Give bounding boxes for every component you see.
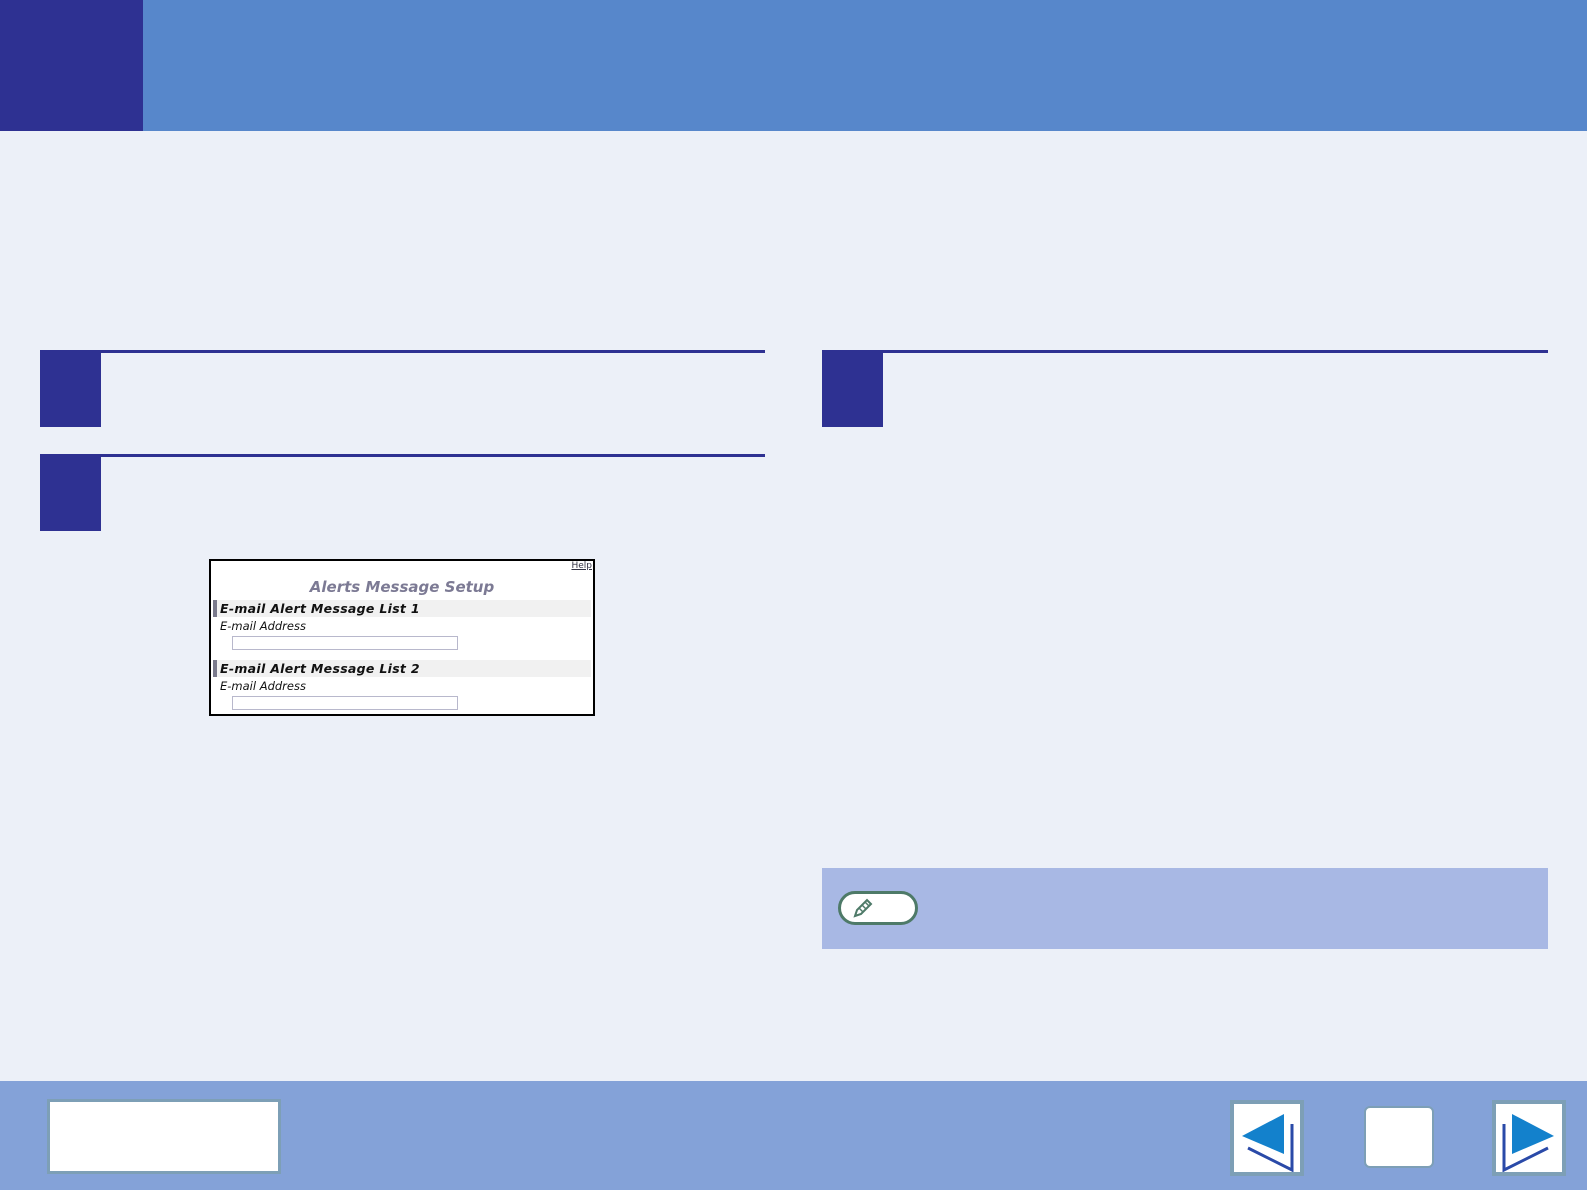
section-heading: E-mail Alert Message List 1 [213,600,591,617]
header-bar [0,0,1587,131]
step-divider [40,454,765,457]
email-label: E-mail Address [220,619,306,633]
step-number-block [822,351,883,427]
note-box [822,868,1548,949]
prev-page-button[interactable] [1230,1100,1304,1176]
email-input-1[interactable] [232,636,458,650]
email-input-2[interactable] [232,696,458,710]
step-divider [822,350,1548,353]
section-heading: E-mail Alert Message List 2 [213,660,591,677]
next-page-button[interactable] [1492,1100,1566,1176]
step-number-block [40,351,101,427]
pencil-icon [853,898,873,918]
arrow-left-icon [1242,1114,1294,1173]
alerts-setup-screenshot: Help Alerts Message Setup E-mail Alert M… [209,559,595,716]
chapter-block [0,0,143,131]
email-label: E-mail Address [220,679,306,693]
help-link[interactable]: Help [571,561,592,571]
setup-title: Alerts Message Setup [309,578,495,596]
note-badge [838,891,918,925]
step-divider [40,350,765,353]
footer-bar [0,1081,1587,1190]
arrow-right-icon [1502,1114,1554,1173]
step-number-block [40,455,101,531]
home-button[interactable] [1364,1106,1434,1168]
contents-button[interactable] [47,1099,281,1174]
